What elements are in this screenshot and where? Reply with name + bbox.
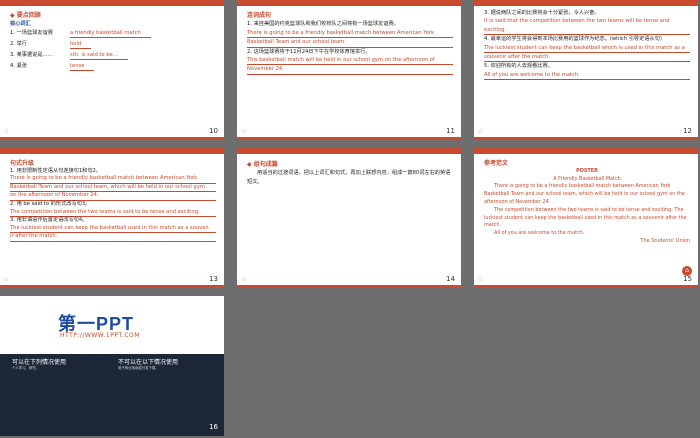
poster-title: A Friendly Basketball Match <box>553 175 621 182</box>
slide-body: 参考范文 POSTER A Friendly Basketball Match … <box>484 160 690 246</box>
slide-thumbnail-15[interactable]: 参考范文 POSTER A Friendly Basketball Match … <box>474 148 698 288</box>
slide-body: 3. 据说两队之间的比赛将会十分紧张，令人兴奋。 It is said that… <box>484 9 690 81</box>
section-subheader: 核心词汇 <box>10 21 31 28</box>
slide-bottom-bar <box>474 285 698 288</box>
section-header: 连词成句 <box>247 12 272 19</box>
slide-bottom-bar <box>237 137 461 140</box>
slide-bottom-bar <box>0 137 224 140</box>
ppt-info-panel: 可以在下列情况使用 个人学习、研究。 不可以在以下情况使用 用于商业用途或分发下… <box>0 354 224 436</box>
slide-number: 11 <box>446 127 455 135</box>
instruction-text: 用适当的过渡词语，把以上词汇和句式，再加上联想内容，组成一篇80词左右的英语短文… <box>247 170 451 185</box>
answer-line: souvenir after the match. <box>484 53 690 63</box>
section-header: ◆ 要点回顾 <box>10 12 41 19</box>
slide-top-bar <box>0 148 224 154</box>
slide-marker-icon: ☆ <box>4 276 10 283</box>
slide-body: 连词成句 1. 来自美国的约克篮球队和我们校校队之间将有一场篮球友谊赛。 The… <box>247 12 453 75</box>
prompt-line: 3. 用非谓语作后置定语改写句4。 <box>10 217 88 224</box>
prompt-line: 4. 最幸运的学生将会得到本场比赛用的篮球作为纪念。(which 引导定语从句) <box>484 36 662 43</box>
slide-body: ◆ 组句成篇 用适当的过渡词语，把以上词汇和句式，再加上联想内容，组成一篇80词… <box>247 160 453 187</box>
slide-number: 13 <box>209 275 218 283</box>
usage-forbidden-title: 不可以在以下情况使用 <box>118 359 179 366</box>
slide-marker-icon: ☆ <box>241 276 247 283</box>
slide-thumbnail-16[interactable]: 第一PPT HTTP://WWW.1PPT.COM 可以在下列情况使用 个人学习… <box>0 296 224 436</box>
essay-paragraph: There is going to be a friendly basketba… <box>484 183 685 205</box>
answer-line: There is going to be a friendly basketba… <box>10 175 216 184</box>
usage-allowed: 可以在下列情况使用 个人学习、研究。 <box>12 357 112 371</box>
slide-marker-icon: ☆ <box>478 276 484 283</box>
slide-thumbnail-13[interactable]: 句式升级 1. 用非限制性定语从句连接句1和句2。 There is going… <box>0 148 224 288</box>
slide-body: 句式升级 1. 用非限制性定语从句连接句1和句2。 There is going… <box>10 160 216 242</box>
signature: The Students' Union <box>640 237 690 244</box>
answer-line: It is said that the competition between … <box>484 17 690 36</box>
slide-thumbnail-10[interactable]: ◆ 要点回顾 核心词汇 1. 一场篮球友谊赛 a friendly basketb… <box>0 0 224 140</box>
slide-bottom-bar <box>0 285 224 288</box>
slide-body: ◆ 要点回顾 核心词汇 1. 一场篮球友谊赛 a friendly basketb… <box>10 12 216 73</box>
slide-top-bar <box>474 148 698 154</box>
prompt-line: 1. 用非限制性定语从句连接句1和句2。 <box>10 167 102 174</box>
ppt-url: HTTP://WWW.1PPT.COM <box>60 332 140 339</box>
essay-paragraph: All of you are welcome to the match. <box>494 230 585 237</box>
vocab-row: 1. 一场篮球友谊赛 a friendly basketball match <box>10 29 216 40</box>
section-header: 参考范文 <box>484 160 509 167</box>
usage-allowed-text: 个人学习、研究。 <box>12 366 40 370</box>
answer-line: Basketball Team and our school team. <box>247 38 453 48</box>
prompt-line: 1. 来自美国的约克篮球队和我们校校队之间将有一场篮球友谊赛。 <box>247 21 399 28</box>
slide-marker-icon: ☆ <box>478 128 484 135</box>
slide-top-bar <box>0 0 224 6</box>
vocab-row: 4. 紧张 tense <box>10 62 216 73</box>
slide-thumbnail-14[interactable]: ◆ 组句成篇 用适当的过渡词语，把以上词汇和句式，再加上联想内容，组成一篇80词… <box>237 148 461 288</box>
answer-line: The competition between the two teams is… <box>10 209 216 218</box>
answer-line: Basketball Team and our school team, whi… <box>10 184 216 193</box>
vocab-row: 2. 举行 hold <box>10 40 216 51</box>
usage-allowed-title: 可以在下列情况使用 <box>12 359 67 366</box>
poster-heading: POSTER <box>576 167 598 174</box>
answer-line: on the afternoon of November 24. <box>10 192 216 201</box>
usage-forbidden: 不可以在以下情况使用 用于商业用途或分发下载。 <box>118 357 218 371</box>
slide-number: 15 <box>683 275 692 283</box>
slide-bottom-bar <box>237 285 461 288</box>
slide-top-bar <box>237 148 461 154</box>
slide-number: 12 <box>683 127 692 135</box>
prompt-line: 2. 用 be said to 的形式改写句3。 <box>10 200 91 207</box>
essay-paragraph: The competition between the two teams is… <box>484 206 687 229</box>
answer-line: ir after the match. <box>10 233 216 242</box>
answer-line: This basketball match will be held in ou… <box>247 56 453 66</box>
slide-top-bar <box>237 0 461 6</box>
slide-number: 10 <box>209 127 218 135</box>
answer-line: The luckiest student can keep the basket… <box>10 225 216 234</box>
answer-line: All of you are welcome to the match. <box>484 71 690 81</box>
prompt-line: 5. 欢迎所有的人去观看比赛。 <box>484 63 553 70</box>
slide-thumbnail-12[interactable]: 3. 据说两队之间的比赛将会十分紧张，令人兴奋。 It is said that… <box>474 0 698 140</box>
answer-line: The luckiest student can keep the basket… <box>484 44 690 54</box>
slide-number: 14 <box>446 275 455 283</box>
section-header: ◆ 组句成篇 <box>247 161 278 168</box>
answer-line: There is going to be a friendly basketba… <box>247 29 453 39</box>
slide-top-bar <box>474 0 698 6</box>
usage-forbidden-text: 用于商业用途或分发下载。 <box>118 366 159 370</box>
slide-number: 16 <box>209 423 218 431</box>
answer-line: November 24. <box>247 65 453 75</box>
prompt-line: 2. 这场篮球赛将于11月24日下午在学校体育馆举行。 <box>247 48 371 55</box>
vocab-row: 3. 某事据说是…… sth. is said to be... <box>10 51 216 62</box>
slide-marker-icon: ☆ <box>241 128 247 135</box>
section-header: 句式升级 <box>10 160 35 167</box>
slide-bottom-bar <box>474 137 698 140</box>
slide-thumbnail-11[interactable]: 连词成句 1. 来自美国的约克篮球队和我们校校队之间将有一场篮球友谊赛。 The… <box>237 0 461 140</box>
prompt-line: 3. 据说两队之间的比赛将会十分紧张，令人兴奋。 <box>484 10 600 16</box>
ppt-banner: 第一PPT HTTP://WWW.1PPT.COM <box>0 296 224 354</box>
slide-marker-icon: ☆ <box>4 128 10 135</box>
